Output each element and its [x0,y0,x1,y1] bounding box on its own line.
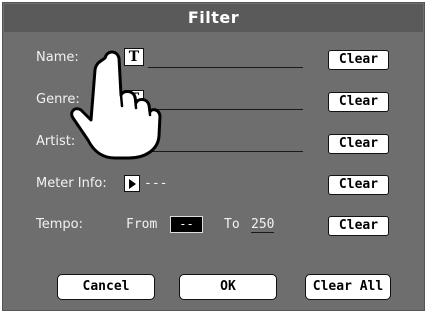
meter-clear-button[interactable]: Clear [328,175,389,195]
artist-clear-button[interactable]: Clear [328,134,389,154]
tempo-to-label: To [224,217,240,232]
meter-info-label: Meter Info: [36,176,107,191]
play-arrow-icon[interactable] [124,175,140,192]
name-field[interactable] [148,67,303,68]
meter-info-value: --- [144,176,168,191]
dialog-title: Filter [4,4,423,32]
clear-all-button[interactable]: Clear All [305,274,391,300]
tempo-label: Tempo: [36,217,83,232]
pointing-hand-icon [70,50,162,160]
name-clear-button[interactable]: Clear [328,50,389,70]
tempo-from-field[interactable]: -- [170,216,203,233]
tempo-to-field[interactable]: 250 [251,217,275,233]
cancel-button[interactable]: Cancel [57,274,155,300]
tempo-from-label: From [126,217,158,232]
genre-clear-button[interactable]: Clear [328,92,389,112]
genre-field[interactable] [148,109,303,110]
tempo-clear-button[interactable]: Clear [328,216,389,236]
ok-button[interactable]: OK [179,274,277,300]
artist-field[interactable] [148,151,303,152]
